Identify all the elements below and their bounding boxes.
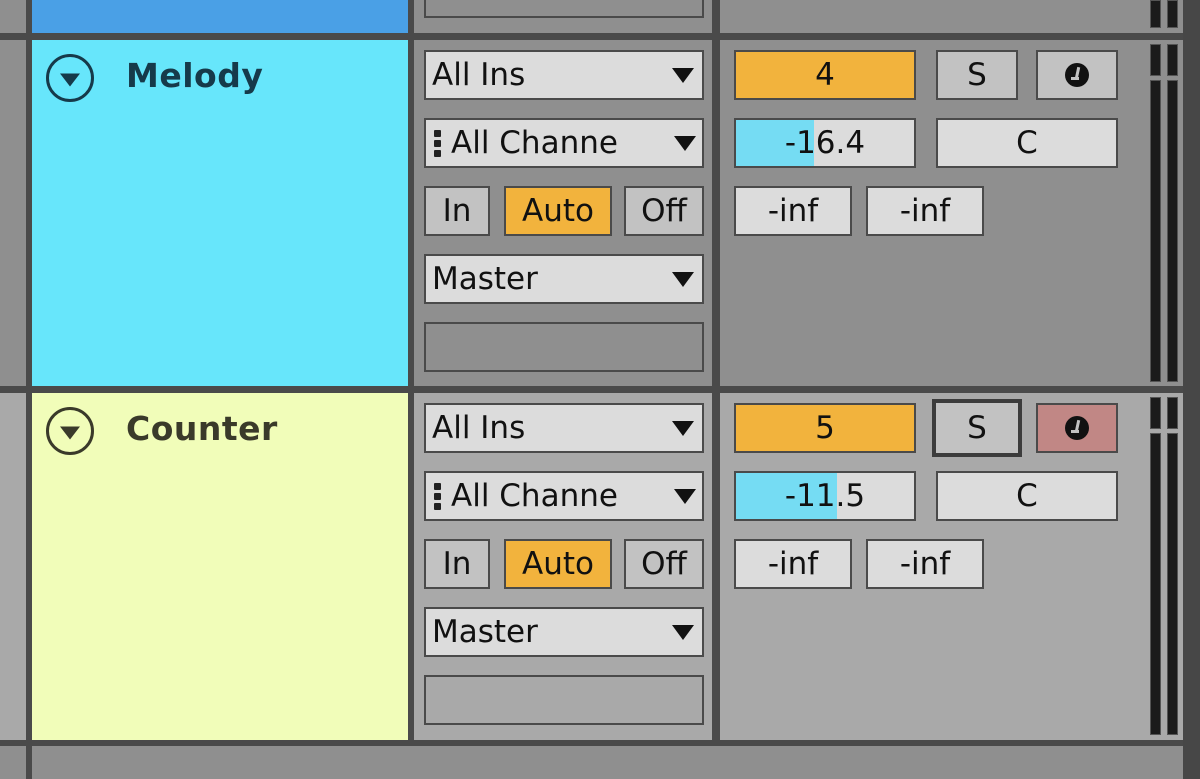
send-b-field[interactable]: -inf bbox=[866, 186, 984, 236]
volume-value: -11.5 bbox=[784, 477, 866, 514]
send-b-field[interactable]: -inf bbox=[866, 539, 984, 589]
output-dropdown[interactable]: Master bbox=[424, 254, 704, 304]
left-strip bbox=[0, 0, 26, 33]
track-header-counter[interactable]: Counter bbox=[32, 393, 408, 740]
dropdown-arrow-icon bbox=[674, 488, 696, 504]
dropdown-arrow-icon bbox=[674, 135, 696, 151]
volume-field[interactable]: -11.5 bbox=[734, 471, 916, 521]
meter-peak-left bbox=[1150, 397, 1161, 429]
input-channel-dropdown[interactable]: All Channe bbox=[424, 118, 704, 168]
dropdown-arrow-icon bbox=[672, 420, 694, 436]
send-a-field[interactable]: -inf bbox=[734, 186, 852, 236]
meter-bar-left bbox=[1150, 0, 1161, 28]
fold-toggle-icon[interactable] bbox=[46, 54, 94, 102]
meter-peak-left bbox=[1150, 44, 1161, 76]
monitor-off-button[interactable]: Off bbox=[624, 186, 704, 236]
track-header-previous[interactable] bbox=[32, 0, 408, 33]
input-type-label: All Ins bbox=[432, 59, 526, 91]
input-channel-label: All Channe bbox=[451, 480, 618, 512]
input-type-label: All Ins bbox=[432, 412, 526, 444]
meter-bar-left bbox=[1150, 433, 1161, 735]
fold-toggle-icon[interactable] bbox=[46, 407, 94, 455]
empty-slot bbox=[424, 322, 704, 372]
monitor-auto-button[interactable]: Auto bbox=[504, 539, 612, 589]
dropdown-arrow-icon bbox=[672, 271, 694, 287]
mixer-section-counter: 5 S -11.5 C -inf -inf bbox=[720, 393, 1140, 740]
channel-icon bbox=[434, 129, 441, 157]
io-section-previous bbox=[414, 0, 712, 33]
output-label: Master bbox=[432, 263, 538, 295]
meter-bar-left bbox=[1150, 80, 1161, 382]
track-name[interactable]: Counter bbox=[126, 409, 278, 448]
meter-melody bbox=[1140, 40, 1183, 386]
left-strip bbox=[0, 746, 26, 779]
arm-record-icon bbox=[1065, 416, 1089, 440]
track-activator-button[interactable]: 5 bbox=[734, 403, 916, 453]
meter-previous bbox=[1140, 0, 1183, 33]
empty-slot bbox=[424, 675, 704, 725]
monitor-in-button[interactable]: In bbox=[424, 539, 490, 589]
volume-value: -16.4 bbox=[784, 124, 866, 161]
pan-field[interactable]: C bbox=[936, 471, 1118, 521]
meter-bar-right bbox=[1167, 433, 1178, 735]
volume-field[interactable]: -16.4 bbox=[734, 118, 916, 168]
meter-peak-right bbox=[1167, 44, 1178, 76]
send-a-field[interactable]: -inf bbox=[734, 539, 852, 589]
io-section-counter: All Ins All Channe In Auto Off Master bbox=[414, 393, 712, 740]
monitor-off-button[interactable]: Off bbox=[624, 539, 704, 589]
dropdown-arrow-icon bbox=[672, 624, 694, 640]
drop-area[interactable] bbox=[32, 746, 1183, 779]
output-dropdown[interactable]: Master bbox=[424, 607, 704, 657]
monitor-auto-button[interactable]: Auto bbox=[504, 186, 612, 236]
input-channel-label: All Channe bbox=[451, 127, 618, 159]
arm-record-icon bbox=[1065, 63, 1089, 87]
dropdown-arrow-icon bbox=[672, 67, 694, 83]
track-header-melody[interactable]: Melody bbox=[32, 40, 408, 386]
output-label: Master bbox=[432, 616, 538, 648]
track-name[interactable]: Melody bbox=[126, 56, 263, 95]
input-type-dropdown[interactable]: All Ins bbox=[424, 403, 704, 453]
mixer-section-previous bbox=[720, 0, 1140, 33]
meter-peak-right bbox=[1167, 397, 1178, 429]
track-activator-button[interactable]: 4 bbox=[734, 50, 916, 100]
solo-button[interactable]: S bbox=[932, 399, 1022, 457]
solo-button[interactable]: S bbox=[936, 50, 1018, 100]
meter-bar-right bbox=[1167, 80, 1178, 382]
channel-icon bbox=[434, 482, 441, 510]
arm-button[interactable] bbox=[1036, 403, 1118, 453]
left-strip bbox=[0, 393, 26, 740]
input-channel-dropdown[interactable]: All Channe bbox=[424, 471, 704, 521]
mixer-section-melody: 4 S -16.4 C -inf -inf bbox=[720, 40, 1140, 386]
arm-button[interactable] bbox=[1036, 50, 1118, 100]
scrollbar-track[interactable] bbox=[1183, 0, 1200, 779]
meter-counter bbox=[1140, 393, 1183, 740]
pan-field[interactable]: C bbox=[936, 118, 1118, 168]
input-type-dropdown[interactable]: All Ins bbox=[424, 50, 704, 100]
io-section-melody: All Ins All Channe In Auto Off Master bbox=[414, 40, 712, 386]
monitor-in-button[interactable]: In bbox=[424, 186, 490, 236]
meter-bar-right bbox=[1167, 0, 1178, 28]
empty-slot bbox=[424, 0, 704, 18]
left-strip bbox=[0, 40, 26, 386]
